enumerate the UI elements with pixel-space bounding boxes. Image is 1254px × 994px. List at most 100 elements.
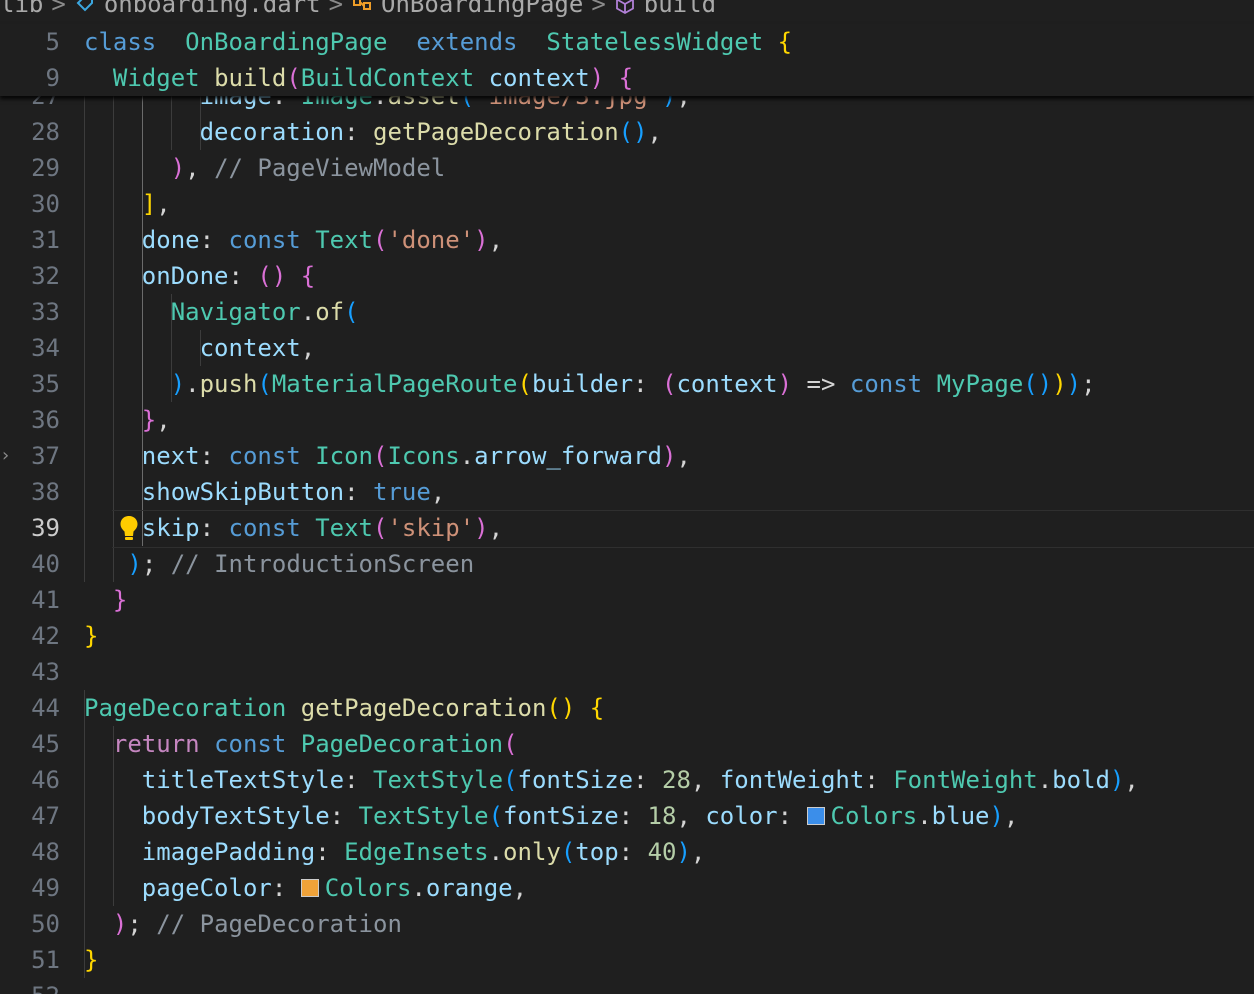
code-line[interactable]: 49 pageColor: Colors.orange,: [0, 870, 1254, 906]
line-number[interactable]: 45: [0, 730, 60, 758]
code-text[interactable]: showSkipButton: true,: [84, 474, 445, 510]
code-line[interactable]: 27 image: Image.asset('image/3.jpg'),: [0, 96, 1254, 114]
code-text[interactable]: ); // IntroductionScreen: [84, 546, 474, 582]
code-text[interactable]: }: [84, 582, 127, 618]
line-number[interactable]: 49: [0, 874, 60, 902]
code-text[interactable]: class OnBoardingPage extends StatelessWi…: [84, 24, 792, 60]
line-number[interactable]: 40: [0, 550, 60, 578]
line-number[interactable]: 52: [0, 982, 60, 994]
code-line[interactable]: 38 showSkipButton: true,: [0, 474, 1254, 510]
code-text[interactable]: onDone: () {: [84, 258, 315, 294]
line-number[interactable]: 36: [0, 406, 60, 434]
code-line[interactable]: 34 context,: [0, 330, 1254, 366]
line-number[interactable]: 43: [0, 658, 60, 686]
code-line[interactable]: 28 decoration: getPageDecoration(),: [0, 114, 1254, 150]
code-text[interactable]: PageDecoration getPageDecoration() {: [84, 690, 604, 726]
code-text[interactable]: ).push(MaterialPageRoute(builder: (conte…: [84, 366, 1096, 402]
code-token: const: [228, 442, 301, 470]
line-number[interactable]: 39: [0, 514, 60, 542]
color-swatch-icon[interactable]: [300, 879, 319, 897]
line-number[interactable]: 44: [0, 694, 60, 722]
code-token: Widget: [112, 64, 200, 92]
code-line[interactable]: 40 ); // IntroductionScreen: [0, 546, 1254, 582]
line-number[interactable]: 41: [0, 586, 60, 614]
line-number[interactable]: 5: [0, 28, 60, 56]
line-number[interactable]: 47: [0, 802, 60, 830]
code-text[interactable]: }: [84, 942, 98, 978]
line-number[interactable]: 32: [0, 262, 60, 290]
breadcrumb-file[interactable]: onboarding.dart: [74, 0, 321, 18]
code-text[interactable]: ), // PageViewModel: [84, 150, 446, 186]
code-line[interactable]: 52: [0, 978, 1254, 994]
code-line[interactable]: 35 ).push(MaterialPageRoute(builder: (co…: [0, 366, 1254, 402]
code-text[interactable]: titleTextStyle: TextStyle(fontSize: 28, …: [84, 762, 1139, 798]
code-line[interactable]: 46 titleTextStyle: TextStyle(fontSize: 2…: [0, 762, 1254, 798]
code-editor[interactable]: 27 image: Image.asset('image/3.jpg'), 28 …: [0, 96, 1254, 994]
line-number[interactable]: 35: [0, 370, 60, 398]
code-line[interactable]: 51}: [0, 942, 1254, 978]
line-number[interactable]: 34: [0, 334, 60, 362]
line-number[interactable]: 27: [0, 96, 60, 110]
code-line[interactable]: 37 next: const Icon(Icons.arrow_forward)…: [0, 438, 1254, 474]
code-text[interactable]: image: Image.asset('image/3.jpg'),: [84, 96, 691, 114]
line-number[interactable]: 42: [0, 622, 60, 650]
code-text[interactable]: decoration: getPageDecoration(),: [84, 114, 662, 150]
code-line[interactable]: 41 }: [0, 582, 1254, 618]
code-line[interactable]: 39 skip: const Text('skip'),: [0, 510, 1254, 546]
code-token: ): [474, 514, 489, 542]
line-number[interactable]: 51: [0, 946, 60, 974]
code-token: return: [112, 730, 200, 758]
code-line[interactable]: 31 done: const Text('done'),: [0, 222, 1254, 258]
code-line[interactable]: 29 ), // PageViewModel: [0, 150, 1254, 186]
code-line[interactable]: 30 ],: [0, 186, 1254, 222]
lightbulb-icon[interactable]: [116, 510, 142, 546]
line-number[interactable]: 31: [0, 226, 60, 254]
breadcrumb-folder[interactable]: lib: [0, 0, 43, 18]
line-number[interactable]: 38: [0, 478, 60, 506]
code-text[interactable]: context,: [84, 330, 316, 366]
line-number[interactable]: 50: [0, 910, 60, 938]
code-line[interactable]: 44 PageDecoration getPageDecoration() {: [0, 690, 1254, 726]
line-number[interactable]: 48: [0, 838, 60, 866]
code-text[interactable]: skip: const Text('skip'),: [84, 510, 503, 546]
code-line[interactable]: 5 class OnBoardingPage extends StatelessW…: [0, 24, 1254, 60]
breadcrumb-class[interactable]: OnBoardingPage: [351, 0, 583, 18]
line-number[interactable]: 29: [0, 154, 60, 182]
code-line[interactable]: 50 ); // PageDecoration: [0, 906, 1254, 942]
code-text[interactable]: imagePadding: EdgeInsets.only(top: 40),: [84, 834, 706, 870]
code-text[interactable]: Navigator.of(: [84, 294, 359, 330]
code-line[interactable]: 48 imagePadding: EdgeInsets.only(top: 40…: [0, 834, 1254, 870]
code-text[interactable]: },: [84, 402, 171, 438]
code-line[interactable]: 33 Navigator.of(: [0, 294, 1254, 330]
code-line[interactable]: 42}: [0, 618, 1254, 654]
line-number[interactable]: 9: [0, 64, 60, 92]
line-number[interactable]: 33: [0, 298, 60, 326]
code-text[interactable]: done: const Text('done'),: [84, 222, 503, 258]
chevron-right-icon[interactable]: ›: [0, 438, 12, 474]
code-line[interactable]: 43: [0, 654, 1254, 690]
code-line[interactable]: 9 Widget build(BuildContext context) {: [0, 60, 1254, 96]
code-text[interactable]: bodyTextStyle: TextStyle(fontSize: 18, c…: [84, 798, 1019, 834]
breadcrumb-separator: >: [591, 0, 606, 18]
code-line[interactable]: 32 onDone: () {: [0, 258, 1254, 294]
line-number[interactable]: 46: [0, 766, 60, 794]
code-text[interactable]: next: const Icon(Icons.arrow_forward),: [84, 438, 691, 474]
code-text[interactable]: return const PageDecoration(: [84, 726, 518, 762]
line-number[interactable]: 30: [0, 190, 60, 218]
code-token: ,: [1003, 802, 1019, 830]
line-number[interactable]: 28: [0, 118, 60, 146]
code-line[interactable]: 47 bodyTextStyle: TextStyle(fontSize: 18…: [0, 798, 1254, 834]
sticky-scroll-header[interactable]: 5 class OnBoardingPage extends StatelessW…: [0, 24, 1254, 96]
color-swatch-icon[interactable]: [806, 807, 825, 825]
code-text[interactable]: ); // PageDecoration: [84, 906, 402, 942]
code-text[interactable]: pageColor: Colors.orange,: [84, 870, 527, 906]
code-text[interactable]: Widget build(BuildContext context) {: [84, 60, 633, 96]
breadcrumb-method[interactable]: build: [614, 0, 716, 18]
code-line[interactable]: 36 },: [0, 402, 1254, 438]
code-line[interactable]: 45 return const PageDecoration(: [0, 726, 1254, 762]
code-text[interactable]: }: [84, 618, 98, 654]
code-text[interactable]: ],: [84, 186, 171, 222]
